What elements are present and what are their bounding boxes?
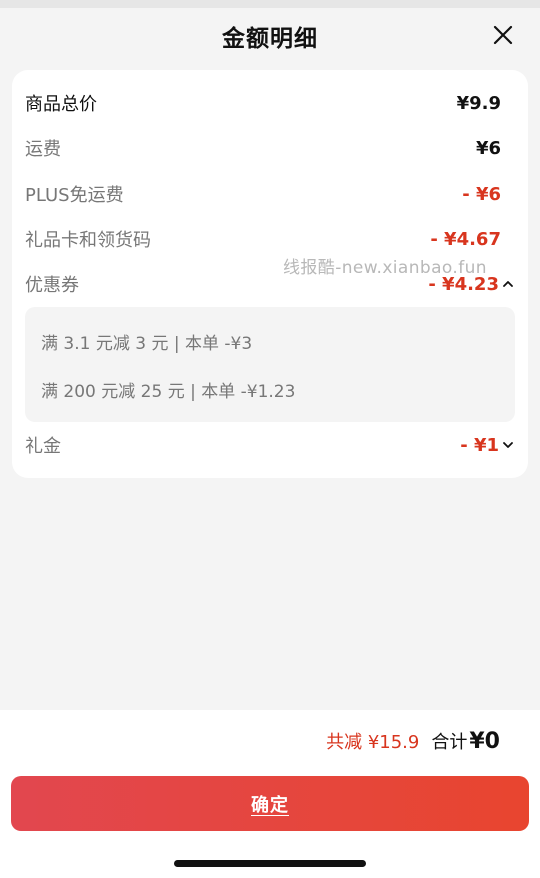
row-shipping: 运费 ¥6 xyxy=(25,133,501,163)
row-label: PLUS免运费 xyxy=(25,185,124,206)
watermark: 线报酷-new.xianbao.fun xyxy=(283,258,487,278)
row-value: ¥6 xyxy=(475,137,501,159)
row-value: - ¥1 xyxy=(460,434,499,456)
row-plus-free-shipping: PLUS免运费 - ¥6 xyxy=(25,179,501,209)
chevron-down-icon[interactable] xyxy=(502,439,514,451)
sheet-header: 金额明细 xyxy=(0,0,540,70)
row-label: 优惠券 xyxy=(25,275,79,296)
row-gift-card: 礼品卡和领货码 - ¥4.67 xyxy=(25,224,501,254)
checkout-footer: 共减 ¥15.9 合计 ¥0 确定 xyxy=(0,710,540,878)
confirm-button[interactable]: 确定 xyxy=(11,776,529,831)
chevron-up-icon[interactable] xyxy=(502,278,514,290)
row-label: 运费 xyxy=(25,139,61,160)
price-summary: 共减 ¥15.9 合计 ¥0 xyxy=(326,728,500,754)
row-label: 礼金 xyxy=(25,436,61,457)
row-value: ¥9.9 xyxy=(456,92,501,114)
close-icon xyxy=(493,25,513,45)
coupon-line: 满 200 元减 25 元 | 本单 -¥1.23 xyxy=(41,382,296,402)
close-button[interactable] xyxy=(490,22,516,48)
row-goods-total: 商品总价 ¥9.9 xyxy=(25,88,501,118)
row-value: - ¥4.67 xyxy=(430,228,501,250)
coupon-line: 满 3.1 元减 3 元 | 本单 -¥3 xyxy=(41,334,253,354)
total-label: 合计 xyxy=(431,732,468,753)
row-label: 礼品卡和领货码 xyxy=(25,230,151,251)
page-title: 金额明细 xyxy=(222,26,318,52)
home-indicator xyxy=(174,860,366,867)
total-value: ¥0 xyxy=(469,729,500,754)
row-cash-gift[interactable]: 礼金 - ¥1 xyxy=(25,430,513,460)
coupon-detail-box: 满 3.1 元减 3 元 | 本单 -¥3 满 200 元减 25 元 | 本单… xyxy=(25,307,515,422)
amount-detail-sheet: 金额明细 商品总价 ¥9.9 运费 ¥6 PLUS免运费 - ¥6 礼品卡和领货… xyxy=(0,0,540,878)
row-value-wrap: - ¥1 xyxy=(460,434,513,456)
total-savings: 共减 ¥15.9 xyxy=(326,732,420,753)
row-value: - ¥6 xyxy=(462,183,501,205)
row-label: 商品总价 xyxy=(25,94,97,115)
